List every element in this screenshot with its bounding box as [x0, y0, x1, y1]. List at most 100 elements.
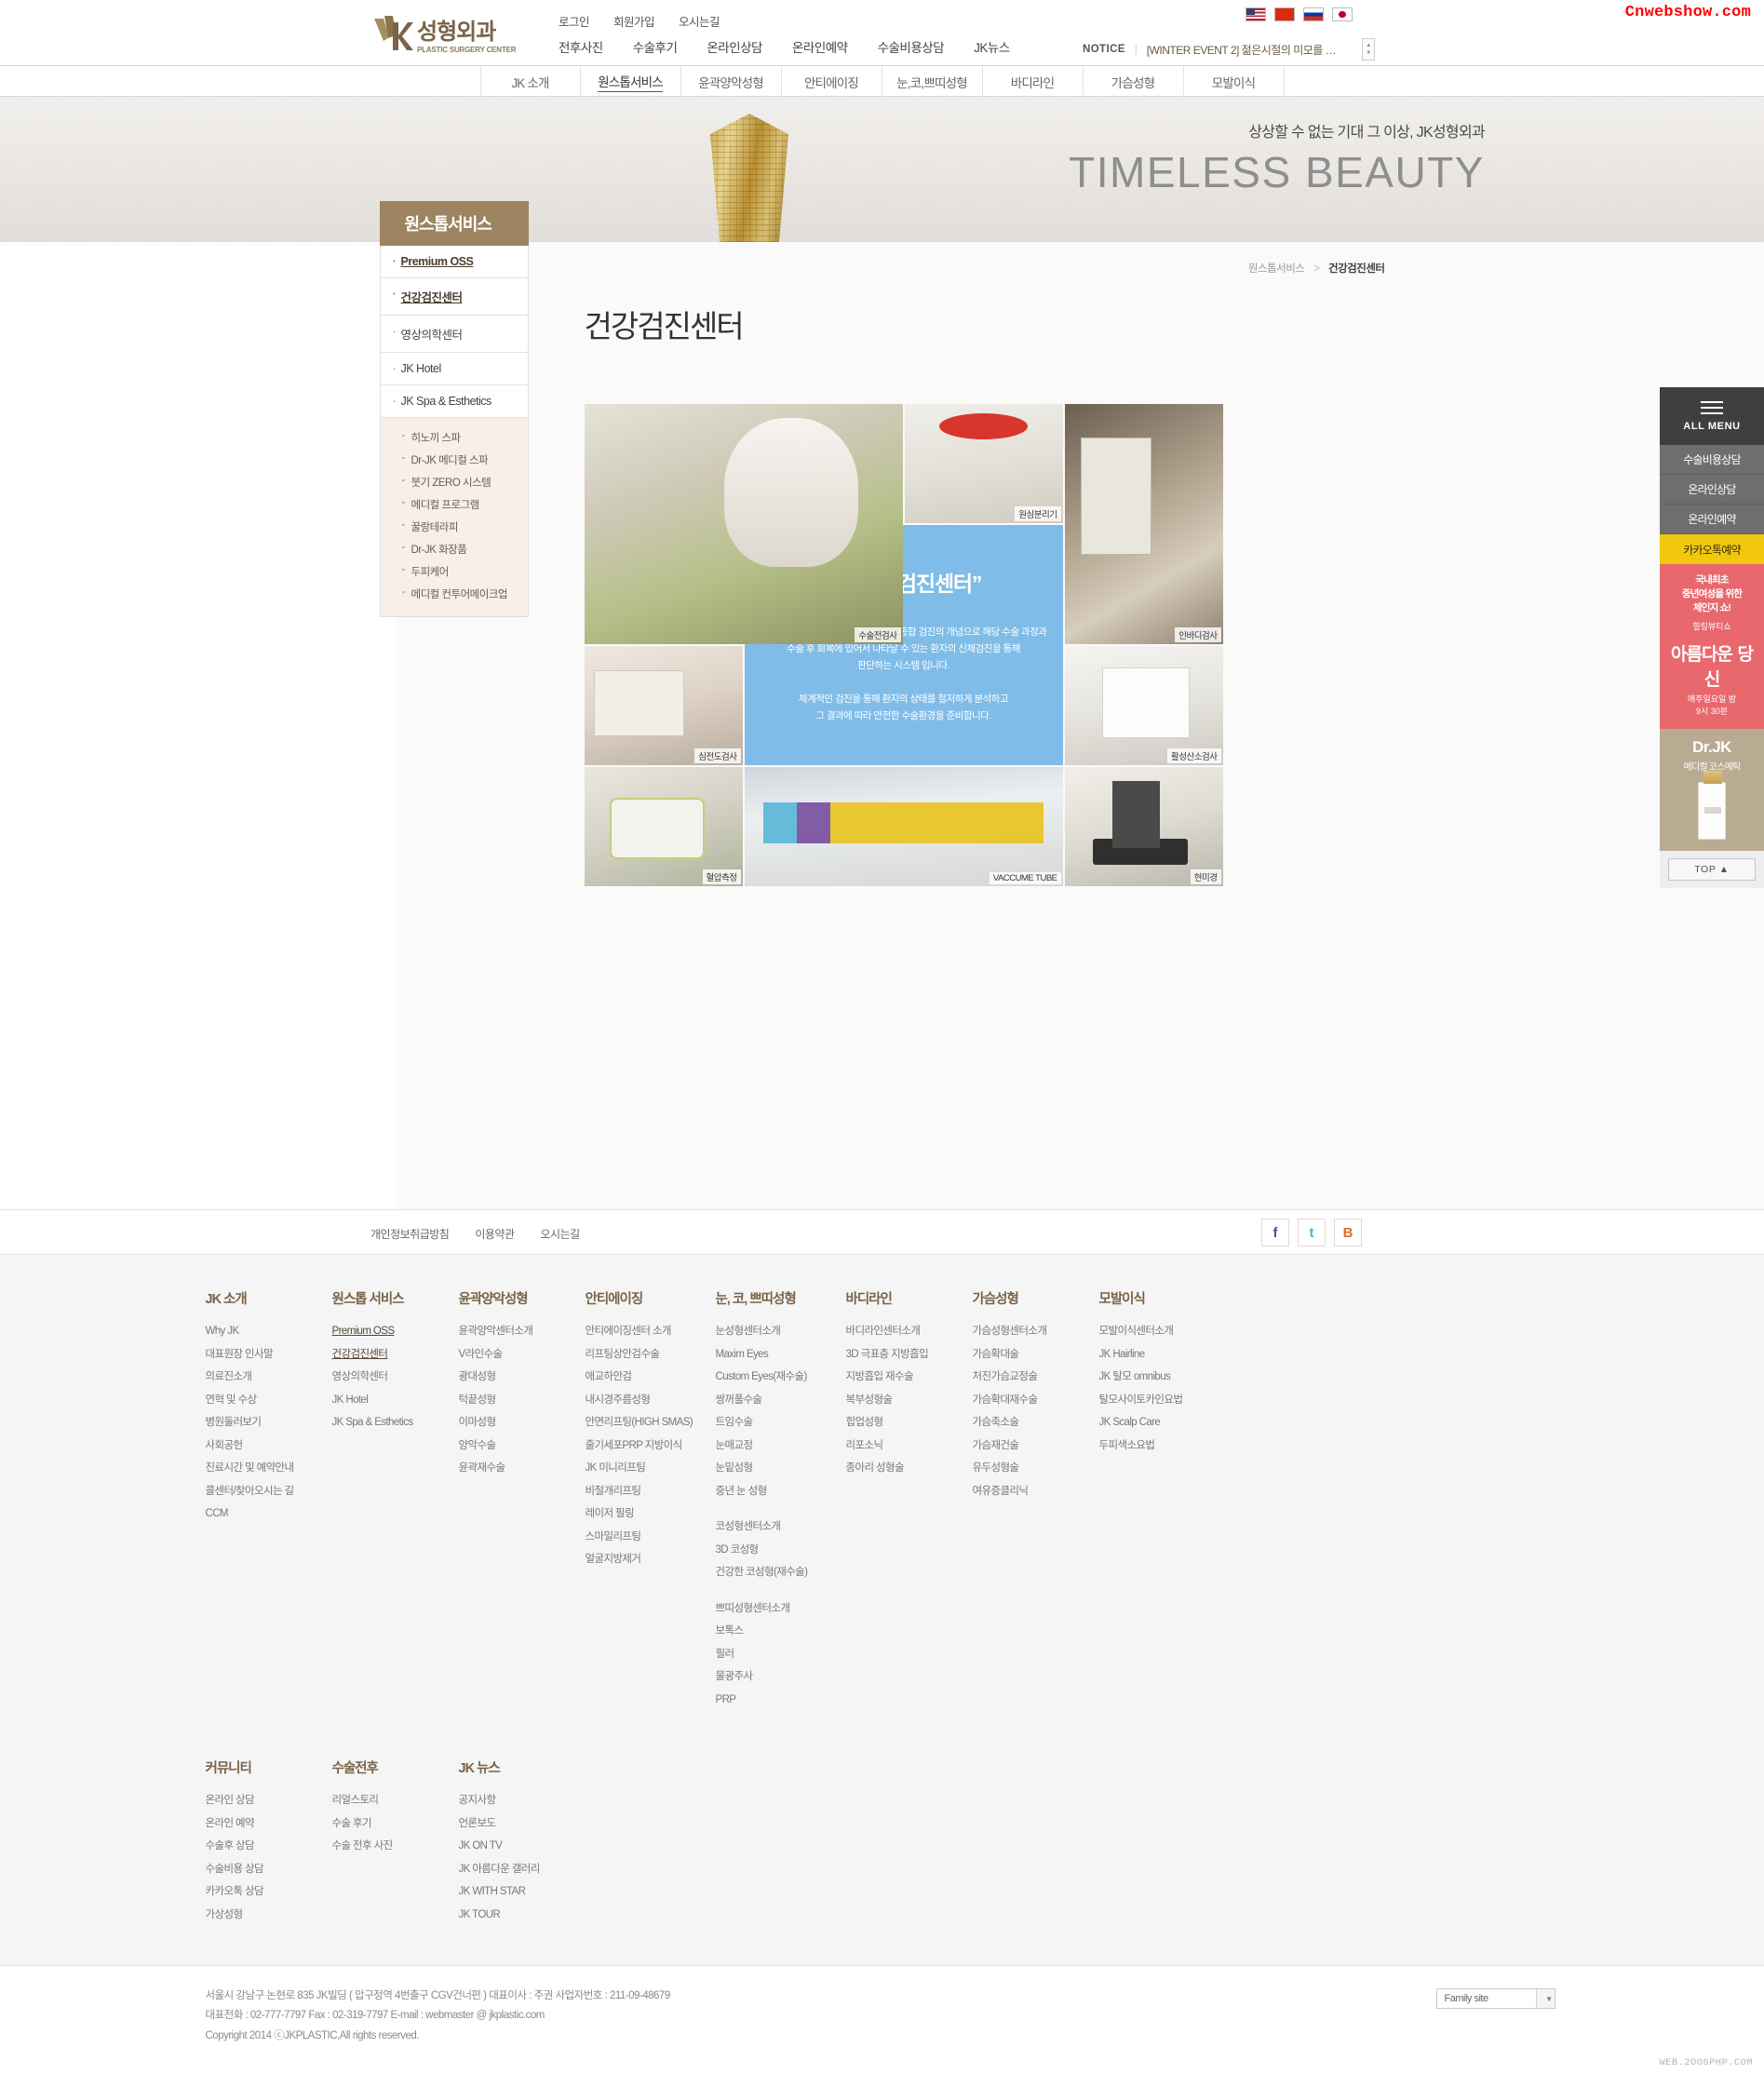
footer-link[interactable]: 연혁 및 수상 [206, 1394, 258, 1406]
nav-link-onestop[interactable]: 원스톱서비스 [598, 72, 664, 92]
policy-link-terms[interactable]: 이용약관 [475, 1226, 515, 1242]
footer-link[interactable]: JK TOUR [459, 1909, 501, 1920]
footer-link[interactable]: 안면리프팅(HIGH SMAS) [586, 1417, 693, 1428]
sidebar-sub-link-zero-system[interactable]: 붓기 ZERO 시스템 [381, 471, 528, 493]
list-item[interactable]: 레이저 필링 [586, 1504, 716, 1521]
list-item[interactable]: 트임수술 [716, 1413, 846, 1430]
list-item[interactable]: 쌍꺼풀수술 [716, 1391, 846, 1407]
util-link-login[interactable]: 로그인 [559, 12, 590, 30]
sidebar-link-spa[interactable]: JK Spa & Esthetics [381, 385, 528, 417]
list-item[interactable]: JK 미니리프팅 [586, 1459, 716, 1475]
list-item[interactable]: Custom Eyes(재수술) [716, 1367, 846, 1384]
list-item[interactable]: 유두성형술 [973, 1459, 1099, 1475]
list-item[interactable]: 두피색소요법 [1099, 1436, 1226, 1453]
list-item[interactable]: 병원둘러보기 [206, 1413, 332, 1430]
breadcrumb-parent[interactable]: 원스톱서비스 [1248, 263, 1305, 275]
footer-link[interactable]: 트임수술 [716, 1417, 754, 1428]
footer-link[interactable]: 눈성형센터소개 [716, 1326, 781, 1337]
chevron-down-icon[interactable]: ▼ [1535, 1989, 1555, 2008]
footer-link[interactable]: JK 아름다운 갤러리 [459, 1864, 541, 1875]
nav-link-bodyline[interactable]: 바디라인 [1011, 73, 1055, 91]
footer-link[interactable]: 리얼스토리 [332, 1795, 380, 1806]
list-item[interactable]: 건강한 코성형(재수술) [716, 1563, 846, 1580]
list-item[interactable]: 바디라인센터소개 [846, 1322, 973, 1339]
nav-item-breast[interactable]: 가슴성형 [1084, 66, 1184, 97]
footer-link[interactable]: Custom Eyes(재수술) [716, 1371, 808, 1382]
nav-link-hair[interactable]: 모발이식 [1212, 73, 1256, 91]
list-item[interactable]: 얼굴지방제거 [586, 1550, 716, 1567]
footer-link[interactable]: 가슴확대재수술 [973, 1394, 1038, 1406]
footer-link[interactable]: 온라인 예약 [206, 1818, 255, 1829]
gallery-photo-blood-pressure[interactable]: 혈압측정 [584, 767, 743, 886]
nav-link-antiaging[interactable]: 안티에이징 [804, 73, 859, 91]
twitter-icon[interactable]: t [1298, 1219, 1326, 1246]
footer-link[interactable]: 리프팅상안검수술 [586, 1349, 660, 1360]
nav-item-hair[interactable]: 모발이식 [1184, 66, 1285, 97]
gallery-photo-ecg[interactable]: 심전도검사 [584, 646, 743, 765]
footer-link[interactable]: 턱끝성형 [459, 1394, 497, 1406]
blog-icon[interactable]: B [1334, 1219, 1362, 1246]
quick-link-reviews[interactable]: 수술후기 [633, 37, 678, 56]
footer-link[interactable]: 쁘띠성형센터소개 [716, 1603, 790, 1614]
sidebar-link-premium-oss[interactable]: Premium OSS [381, 246, 528, 277]
footer-link[interactable]: 카카오톡 상담 [206, 1886, 264, 1897]
facebook-icon[interactable]: f [1261, 1219, 1289, 1246]
list-item[interactable]: 3D 코성형 [716, 1541, 846, 1557]
footer-link[interactable]: JK 탈모 omnibus [1099, 1371, 1171, 1382]
list-item[interactable]: 이마성형 [459, 1413, 586, 1430]
footer-link[interactable]: 가슴재건술 [973, 1440, 1020, 1451]
list-item[interactable]: JK ON TV [459, 1837, 586, 1853]
footer-link[interactable]: 건강검진센터 [332, 1349, 388, 1360]
quick-cost-consult-button[interactable]: 수술비용상담 [1660, 445, 1764, 475]
cn-flag-icon[interactable] [1274, 7, 1295, 21]
list-item[interactable]: 대표원장 인사말 [206, 1345, 332, 1362]
list-item[interactable]: 가상성형 [206, 1906, 332, 1922]
gallery-photo-oxygen-test[interactable]: 활성산소검사 [1064, 646, 1223, 765]
footer-link[interactable]: 내시경주름성형 [586, 1394, 651, 1406]
footer-link[interactable]: 가슴확대술 [973, 1349, 1020, 1360]
list-item[interactable]: Maxim Eyes [716, 1345, 846, 1362]
nav-item-jk-intro[interactable]: JK 소개 [479, 66, 581, 97]
list-item[interactable]: 공지사항 [459, 1791, 586, 1808]
list-item[interactable]: 카카오톡 상담 [206, 1882, 332, 1899]
footer-link[interactable]: 수술 전후 사진 [332, 1840, 394, 1852]
footer-link[interactable]: 종아리 성형술 [846, 1462, 905, 1474]
list-item[interactable]: 언론보도 [459, 1814, 586, 1831]
footer-link[interactable]: Why JK [206, 1326, 240, 1337]
sidebar-sub-item[interactable]: Dr-JK 화장품 [381, 538, 528, 560]
policy-link-privacy[interactable]: 개인정보취급방침 [370, 1226, 450, 1242]
sidebar-item-spa[interactable]: JK Spa & Esthetics 히노끼 스파 Dr-JK 메디컬 스파 붓… [380, 385, 528, 616]
tv-show-banner[interactable]: 국내최초 중년여성을 위한 체인지 쇼! 힐링뷰티쇼 아름다운 당신 매주일요일… [1660, 564, 1764, 729]
ru-flag-icon[interactable] [1303, 7, 1324, 21]
quick-link-jk-news[interactable]: JK뉴스 [974, 37, 1010, 56]
nav-item-antiaging[interactable]: 안티에이징 [782, 66, 882, 97]
list-item[interactable]: 안면리프팅(HIGH SMAS) [586, 1413, 716, 1430]
quick-link-before-after[interactable]: 전후사진 [559, 37, 603, 56]
footer-link[interactable]: 양악수술 [459, 1440, 497, 1451]
list-item[interactable]: 줄기세포PRP 지방이식 [586, 1436, 716, 1453]
util-link-directions[interactable]: 오시는길 [679, 12, 720, 30]
list-item[interactable]: JK Scalp Care [1099, 1413, 1226, 1430]
footer-link[interactable]: PRP [716, 1694, 736, 1705]
sidebar-sub-item[interactable]: 메디컬 컨투어메이크업 [381, 583, 528, 605]
footer-link[interactable]: 의료진소개 [206, 1371, 253, 1382]
nav-item-eye-nose[interactable]: 눈,코,쁘띠성형 [882, 66, 983, 97]
footer-link[interactable]: 공지사항 [459, 1795, 497, 1806]
list-item[interactable]: 의료진소개 [206, 1367, 332, 1384]
list-item[interactable]: 수술 후기 [332, 1814, 459, 1831]
notice-up-icon[interactable]: ▲ [1366, 42, 1371, 49]
list-item[interactable]: JK 탈모 omnibus [1099, 1367, 1226, 1384]
sidebar-sub-item[interactable]: 붓기 ZERO 시스템 [381, 471, 528, 493]
nav-item-bodyline[interactable]: 바디라인 [983, 66, 1084, 97]
list-item[interactable]: JK Hairline [1099, 1345, 1226, 1362]
footer-link[interactable]: 유두성형술 [973, 1462, 1020, 1474]
footer-link[interactable]: Maxim Eyes [716, 1349, 769, 1360]
gallery-photo-centrifuge[interactable]: 원심분리기 [904, 404, 1063, 523]
footer-link[interactable]: 윤곽재수술 [459, 1462, 506, 1474]
list-item[interactable]: 처진가슴교정술 [973, 1367, 1099, 1384]
footer-link[interactable]: 3D 코성형 [716, 1544, 760, 1556]
footer-link[interactable]: 탈모사이토카인요법 [1099, 1394, 1183, 1406]
list-item[interactable]: 힙업성형 [846, 1413, 973, 1430]
footer-link[interactable]: 콜센터/찾아오시는 길 [206, 1486, 295, 1497]
footer-link[interactable]: 수술비용 상담 [206, 1864, 264, 1875]
